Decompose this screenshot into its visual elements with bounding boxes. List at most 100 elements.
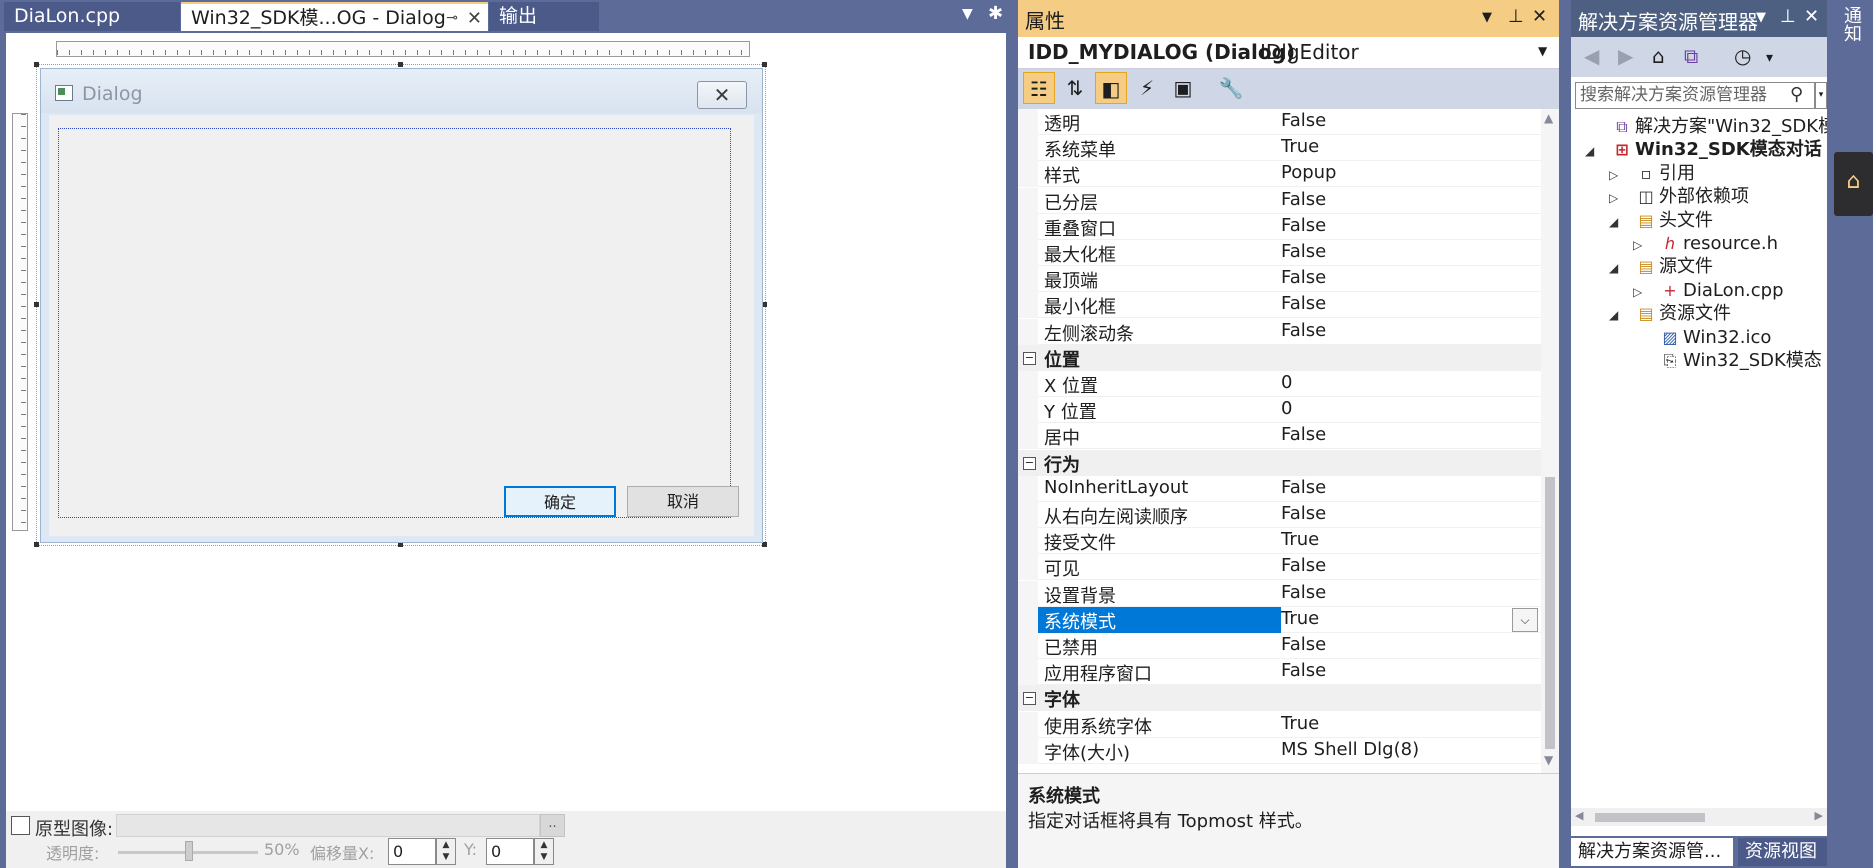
spin-up-icon[interactable]: ▲ <box>437 839 455 851</box>
property-value[interactable]: True <box>1281 713 1319 734</box>
property-value[interactable]: False <box>1281 110 1326 131</box>
home-icon[interactable]: ⌂ <box>1652 44 1665 68</box>
property-category[interactable]: − 位置 <box>1018 344 1541 371</box>
tree-item[interactable]: ◢ ⊞ Win32_SDK模态对话 <box>1585 137 1822 163</box>
property-value[interactable]: False <box>1281 555 1326 576</box>
tree-item[interactable]: ◢ ▤ 源文件 <box>1609 254 1713 280</box>
resize-handle[interactable] <box>398 62 403 67</box>
pin-icon[interactable]: ⊸ <box>446 4 458 33</box>
search-icon[interactable]: ⚲ <box>1790 84 1803 105</box>
resize-handle[interactable] <box>762 62 767 67</box>
property-value[interactable]: False <box>1281 503 1326 524</box>
tree-item[interactable]: ▷ ◫ 外部依赖项 <box>1609 184 1749 210</box>
offset-x-stepper[interactable]: ▲ ▼ <box>436 838 456 865</box>
search-options-dropdown[interactable]: ▾ <box>1815 82 1827 109</box>
property-value[interactable]: False <box>1281 241 1326 262</box>
resize-handle[interactable] <box>34 62 39 67</box>
property-row[interactable]: X 位置 0 <box>1018 371 1541 397</box>
offset-y-input[interactable]: 0 <box>486 838 534 865</box>
property-pages-icon[interactable]: 🔧 <box>1215 72 1247 104</box>
collapse-icon[interactable]: − <box>1023 692 1036 706</box>
tab-dialon-cpp[interactable]: DiaLon.cpp <box>4 2 180 31</box>
scrollbar-thumb[interactable] <box>1595 813 1705 822</box>
property-value[interactable]: True <box>1281 608 1319 629</box>
tab-dialog-editor[interactable]: Win32_SDK模...OG - Dialog ⊸ ✕ <box>181 2 488 31</box>
property-value[interactable]: False <box>1281 477 1326 498</box>
property-row[interactable]: 从右向左阅读顺序 False <box>1018 502 1541 528</box>
property-value[interactable]: False <box>1281 424 1326 445</box>
property-row[interactable]: 可见 False <box>1018 554 1541 581</box>
tree-item[interactable]: ▷ ℎ resource.h <box>1633 231 1778 257</box>
property-row[interactable]: 透明 False <box>1018 109 1541 135</box>
property-row[interactable]: Y 位置 0 <box>1018 397 1541 424</box>
tab-output[interactable]: 输出 <box>489 2 599 31</box>
spin-down-icon[interactable]: ▼ <box>437 851 455 863</box>
offset-y-stepper[interactable]: ▲ ▼ <box>534 838 554 865</box>
toolbox-tab-icon[interactable]: ⌂ <box>1834 152 1873 216</box>
property-value[interactable]: Popup <box>1281 162 1337 183</box>
spin-down-icon[interactable]: ▼ <box>535 851 553 863</box>
value-dropdown-button[interactable]: ⌵ <box>1512 607 1538 632</box>
prototype-image-checkbox[interactable] <box>11 816 30 835</box>
property-value[interactable]: False <box>1281 634 1326 655</box>
property-row[interactable]: 重叠窗口 False <box>1018 213 1541 240</box>
tree-item[interactable]: ▷ + DiaLon.cpp <box>1633 278 1784 304</box>
vertical-ruler[interactable] <box>12 113 28 531</box>
alphabetical-icon[interactable]: ⇅ <box>1059 72 1091 104</box>
chevron-down-icon[interactable]: ▾ <box>1766 50 1773 66</box>
pin-icon[interactable]: ⊥ <box>1780 6 1796 27</box>
tree-item[interactable]: ▨ Win32.ico <box>1633 325 1771 351</box>
properties-icon[interactable]: ◧ <box>1095 72 1127 104</box>
chevron-down-icon[interactable]: ▼ <box>1482 10 1492 25</box>
property-row[interactable]: 最顶端 False <box>1018 266 1541 293</box>
expanded-arrow-icon[interactable]: ◢ <box>1585 138 1609 164</box>
cancel-button[interactable]: 取消 <box>627 486 739 517</box>
property-row[interactable]: 设置背景 False <box>1018 580 1541 607</box>
tab-solution-explorer[interactable]: 解决方案资源管... <box>1571 838 1733 866</box>
solution-horizontal-scrollbar[interactable]: ◀ ▶ <box>1571 808 1827 826</box>
events-icon[interactable]: ⚡ <box>1131 72 1163 104</box>
property-category[interactable]: − 字体 <box>1018 685 1541 712</box>
property-row[interactable]: 系统模式 True ⌵ <box>1018 606 1541 633</box>
scroll-left-icon[interactable]: ◀ <box>1575 809 1583 822</box>
tree-item[interactable]: ◢ ▤ 头文件 <box>1609 208 1713 234</box>
property-value[interactable]: False <box>1281 267 1326 288</box>
notifications-tab[interactable]: 通知 <box>1838 6 1864 42</box>
pending-changes-icon[interactable]: ◷ <box>1734 44 1751 68</box>
tree-item[interactable]: ⎘ Win32_SDK模态 <box>1633 348 1822 374</box>
collapse-icon[interactable]: − <box>1023 456 1036 470</box>
property-grid-scrollbar[interactable]: ▲ ▼ <box>1541 109 1559 773</box>
close-icon[interactable]: ✕ <box>1532 6 1547 27</box>
tree-item[interactable]: ▷ ▫ 引用 <box>1609 161 1695 187</box>
property-row[interactable]: 系统菜单 True <box>1018 135 1541 162</box>
expanded-arrow-icon[interactable]: ◢ <box>1609 209 1633 235</box>
property-value[interactable]: 0 <box>1281 398 1292 419</box>
property-value[interactable]: False <box>1281 320 1326 341</box>
tab-list-dropdown-icon[interactable]: ▼ <box>962 6 973 22</box>
tree-item[interactable]: ⧉ 解决方案"Win32_SDK模态 <box>1585 114 1827 140</box>
property-row[interactable]: 左侧滚动条 False <box>1018 318 1541 345</box>
property-row[interactable]: 字体(大小) MS Shell Dlg(8) <box>1018 737 1541 764</box>
property-row[interactable]: 最小化框 False <box>1018 292 1541 319</box>
property-value[interactable]: False <box>1281 582 1326 603</box>
property-row[interactable]: 居中 False <box>1018 423 1541 450</box>
close-icon[interactable]: ✕ <box>1804 6 1819 27</box>
property-value[interactable]: False <box>1281 189 1326 210</box>
dialog-close-button[interactable]: ✕ <box>697 81 747 109</box>
property-row[interactable]: 最大化框 False <box>1018 240 1541 266</box>
property-row[interactable]: 已分层 False <box>1018 187 1541 214</box>
scrollbar-thumb[interactable] <box>1545 477 1555 749</box>
offset-x-input[interactable]: 0 <box>388 838 436 865</box>
forward-icon[interactable]: ▶ <box>1618 44 1633 68</box>
property-value[interactable]: True <box>1281 136 1319 157</box>
property-value[interactable]: False <box>1281 215 1326 236</box>
property-value[interactable]: MS Shell Dlg(8) <box>1281 739 1419 760</box>
resize-handle[interactable] <box>34 542 39 547</box>
expanded-arrow-icon[interactable]: ◢ <box>1609 302 1633 328</box>
property-value[interactable]: False <box>1281 293 1326 314</box>
property-value[interactable]: True <box>1281 529 1319 550</box>
chevron-down-icon[interactable]: ▼ <box>1756 10 1766 25</box>
pin-icon[interactable]: ⊥ <box>1508 6 1524 27</box>
tab-resource-view[interactable]: 资源视图 <box>1738 838 1827 866</box>
gear-icon[interactable]: ✱ <box>988 3 1003 24</box>
